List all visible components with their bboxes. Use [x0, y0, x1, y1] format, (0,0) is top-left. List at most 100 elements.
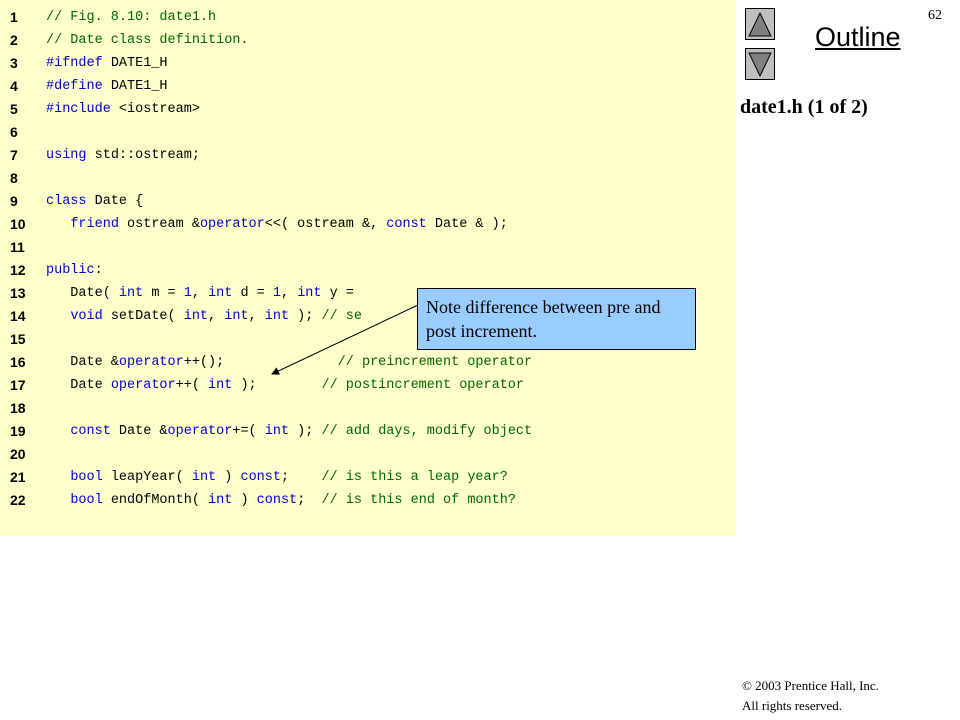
line-number: 9 [10, 193, 18, 209]
code-token: int [264, 309, 290, 324]
outline-link[interactable]: Outline [815, 22, 901, 53]
code-token: // se [321, 309, 362, 324]
code-token: operator [110, 378, 176, 393]
code-token: int [191, 470, 217, 485]
code-token: <<( ostream &, [264, 217, 387, 232]
code-token: #include [46, 102, 111, 117]
code-line: 12 public: [0, 259, 736, 282]
code-token: Date & ); [426, 217, 508, 232]
code-token: int [224, 309, 249, 324]
code-line: 9 class Date { [0, 190, 736, 213]
code-token: // Fig. 8.10: date1.h [46, 10, 217, 25]
line-number: 18 [10, 400, 26, 416]
triangle-down-icon [748, 52, 772, 78]
code-token: class [46, 194, 87, 209]
code-token: int [297, 286, 322, 301]
code-line: 3 #ifndef DATE1_H [0, 52, 736, 75]
code-token: int [264, 424, 290, 439]
code-token: ); [289, 309, 322, 324]
next-slide-button[interactable] [745, 48, 775, 80]
code-token: y = [321, 286, 363, 301]
code-token: ; [297, 493, 322, 508]
code-token: setDate( [102, 309, 184, 324]
code-text: Date &operator++(); // preincrement oper… [46, 351, 532, 374]
line-number: 8 [10, 170, 18, 186]
line-number: 16 [10, 354, 26, 370]
code-text: // Fig. 8.10: date1.h [46, 6, 216, 29]
code-token: operator [167, 424, 233, 439]
line-number: 12 [10, 262, 26, 278]
code-text: #ifndef DATE1_H [46, 52, 168, 75]
code-token: const [386, 217, 427, 232]
code-token: int [208, 286, 233, 301]
code-line: 7 using std::ostream; [0, 144, 736, 167]
code-text: Date( int m = 1, int d = 1, int y = [46, 282, 362, 305]
code-line: 10 friend ostream &operator<<( ostream &… [0, 213, 736, 236]
code-token: Date [46, 378, 111, 393]
code-token: d = [232, 286, 273, 301]
copyright-line-1: © 2003 Prentice Hall, Inc. [742, 678, 879, 693]
code-token: leapYear( [102, 470, 192, 485]
code-text: const Date &operator+=( int ); // add da… [46, 420, 532, 443]
code-token: , [208, 309, 225, 324]
code-token: using [46, 148, 87, 163]
code-token: ; [280, 470, 322, 485]
code-token: ); [289, 424, 322, 439]
line-number: 1 [10, 9, 18, 25]
code-token: std::ostream; [86, 148, 200, 163]
code-token: ) [216, 470, 241, 485]
code-token: // postincrement operator [321, 378, 525, 393]
code-token: friend [70, 217, 119, 232]
code-token: operator [199, 217, 265, 232]
code-line: 17 Date operator++( int ); // postincrem… [0, 374, 736, 397]
code-token: 1 [272, 286, 281, 301]
code-token: // is this a leap year? [321, 470, 508, 485]
code-line: 5 #include <iostream> [0, 98, 736, 121]
code-token: , [248, 309, 265, 324]
line-number: 6 [10, 124, 18, 140]
line-number: 2 [10, 32, 18, 48]
code-token: #define [46, 79, 103, 94]
code-text: void setDate( int, int, int ); // se [46, 305, 362, 328]
line-number: 5 [10, 101, 18, 117]
code-line: 22 bool endOfMonth( int ) const; // is t… [0, 489, 736, 512]
code-token: bool [70, 470, 103, 485]
code-token: endOfMonth( [102, 493, 209, 508]
page-number: 62 [928, 8, 942, 23]
code-token: ); [232, 378, 322, 393]
code-line: 16 Date &operator++(); // preincrement o… [0, 351, 736, 374]
line-number: 20 [10, 446, 26, 462]
code-token: ++(); [183, 355, 338, 370]
code-line: 1 // Fig. 8.10: date1.h [0, 6, 736, 29]
line-number: 11 [10, 239, 25, 255]
code-token: , [191, 286, 209, 301]
code-line: 19 const Date &operator+=( int ); // add… [0, 420, 736, 443]
code-text: Date operator++( int ); // postincrement… [46, 374, 524, 397]
code-token: const [256, 493, 298, 508]
code-line: 18 [0, 397, 736, 420]
code-token: +=( [232, 424, 265, 439]
file-title: date1.h (1 of 2) [740, 96, 868, 118]
code-token: int [118, 286, 144, 301]
code-text: public: [46, 259, 103, 282]
code-token: int [208, 378, 233, 393]
code-listing-panel: 1 // Fig. 8.10: date1.h 2 // Date class def… [0, 0, 736, 536]
line-number: 10 [10, 216, 26, 232]
line-number: 13 [10, 285, 26, 301]
code-token: void [70, 309, 103, 324]
code-token: #ifndef [46, 56, 103, 71]
previous-slide-button[interactable] [745, 8, 775, 40]
code-token: 1 [183, 286, 192, 301]
code-text: #include <iostream> [46, 98, 200, 121]
line-number: 14 [10, 308, 26, 324]
copyright-notice: © 2003 Prentice Hall, Inc. All rights re… [742, 676, 879, 716]
code-token: m = [143, 286, 184, 301]
code-text: class Date { [46, 190, 143, 213]
code-token: ostream & [118, 217, 200, 232]
code-text: #define DATE1_H [46, 75, 168, 98]
code-line: 4 #define DATE1_H [0, 75, 736, 98]
